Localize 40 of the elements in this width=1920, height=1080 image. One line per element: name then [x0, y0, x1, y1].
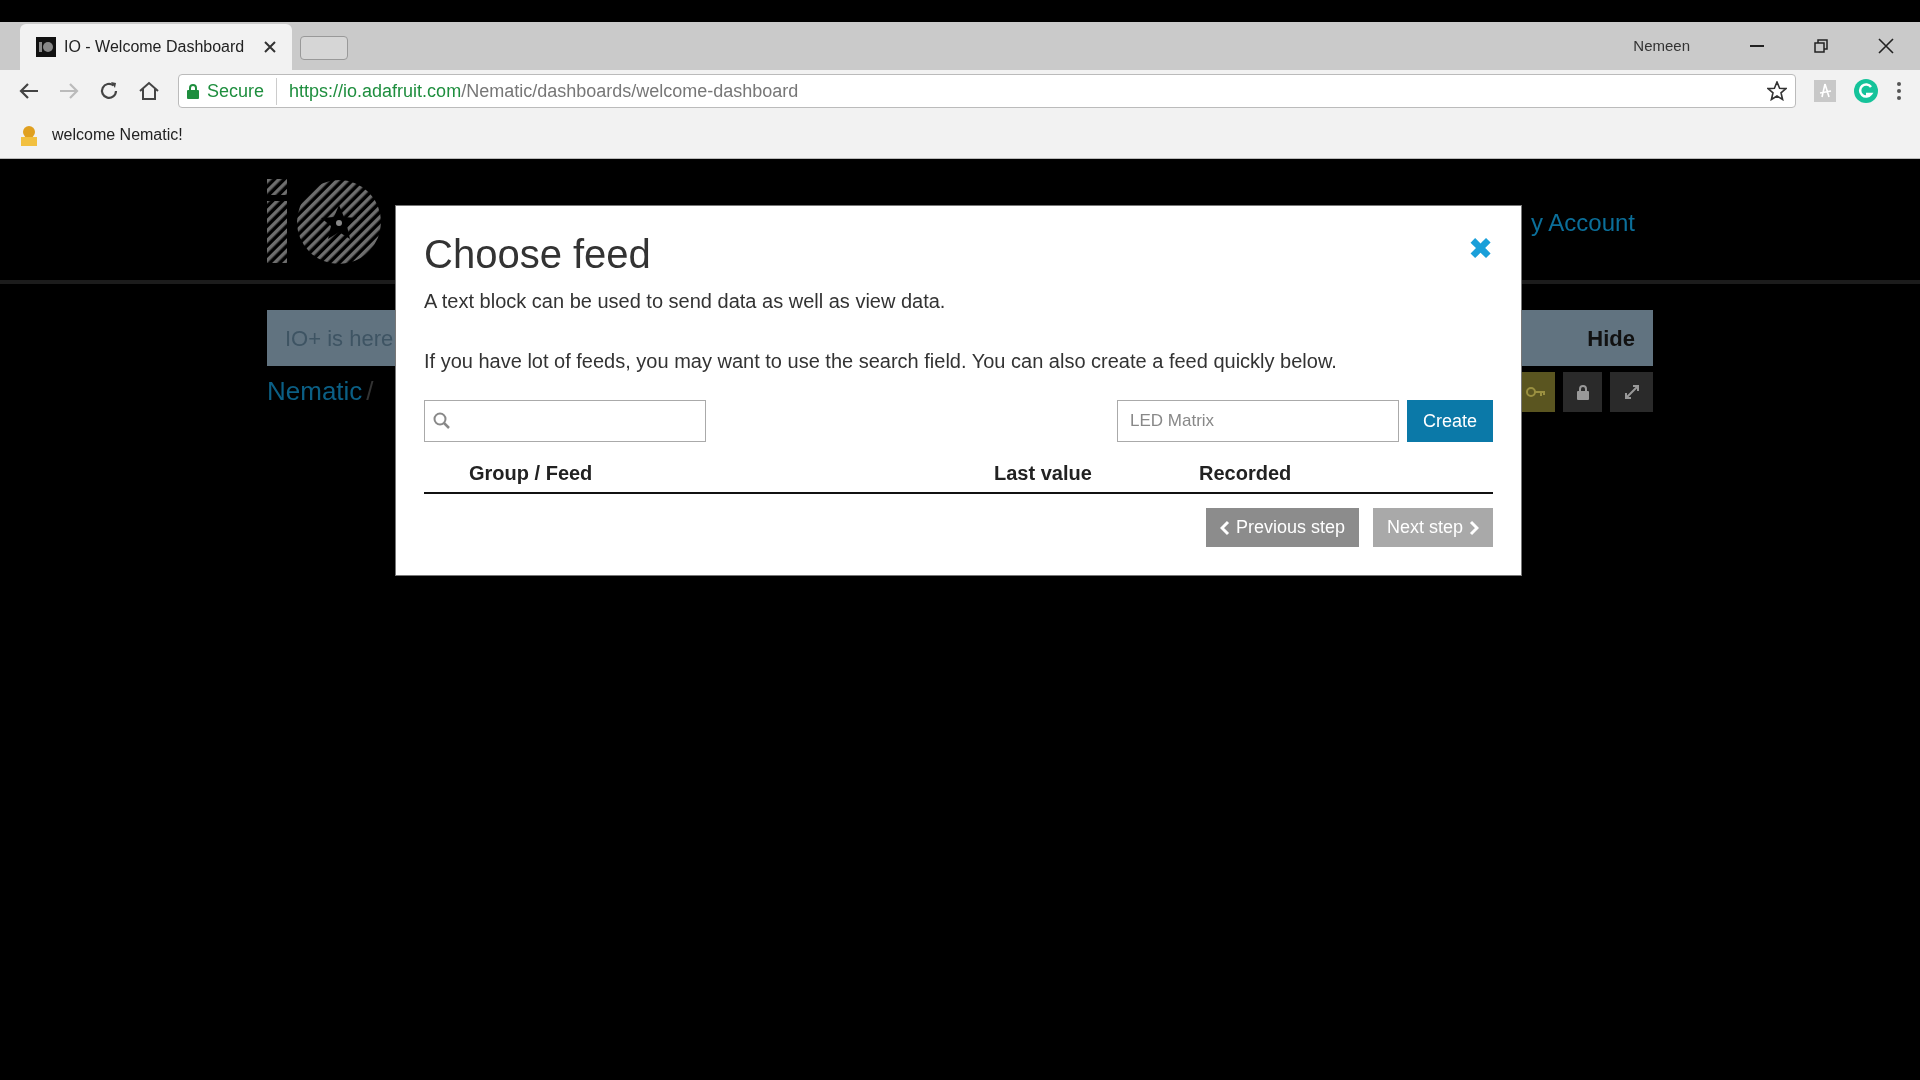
chevron-right-icon — [1469, 519, 1479, 536]
bookmark[interactable]: welcome Nematic! — [18, 123, 183, 147]
previous-step-button[interactable]: Previous step — [1205, 508, 1359, 547]
lock-icon — [187, 83, 199, 99]
restore-icon[interactable] — [1814, 39, 1828, 53]
profile-name[interactable]: Nemeen — [1633, 34, 1690, 58]
feed-name-field[interactable]: LED Matrix — [1117, 400, 1399, 442]
chevron-left-icon — [1219, 519, 1230, 536]
address-bar[interactable]: Secure https://io.adafruit.com/Nematic/dashboards/welcome-dashboard — [178, 74, 1796, 108]
lock-icon — [1576, 384, 1589, 400]
lock-button[interactable] — [1563, 372, 1602, 412]
search-field[interactable] — [424, 400, 706, 442]
reload-icon[interactable] — [98, 80, 120, 102]
secure-label: Secure — [207, 77, 278, 105]
browser-tab[interactable]: IO - Welcome Dashboard — [20, 24, 293, 70]
home-icon[interactable] — [138, 80, 160, 102]
tab-title: IO - Welcome Dashboard — [64, 37, 245, 57]
modal-paragraph: A text block can be used to send data as well as view data. — [424, 289, 947, 314]
expand-button[interactable] — [1610, 372, 1653, 412]
url-text: https://io.adafruit.com/Nematic/dashboards/welcome-dashboard — [288, 79, 799, 103]
account-link[interactable]: y Account — [1530, 205, 1635, 239]
column-header: Last value — [994, 461, 1093, 486]
tab-favicon-icon — [36, 37, 56, 57]
column-header: Recorded — [1199, 461, 1292, 486]
search-icon — [433, 412, 451, 430]
close-icon[interactable] — [264, 41, 277, 53]
breadcrumb-separator: / — [366, 375, 374, 408]
breadcrumb-link[interactable]: Nematic — [267, 372, 363, 411]
key-icon — [1526, 385, 1546, 399]
close-button[interactable]: ✖ — [1468, 234, 1493, 264]
hide-button[interactable]: Hide — [1587, 321, 1635, 355]
column-header: Group / Feed — [469, 461, 594, 486]
close-icon[interactable] — [1878, 38, 1894, 54]
create-button[interactable]: Create — [1407, 400, 1493, 442]
expand-icon — [1623, 384, 1640, 400]
menu-icon[interactable] — [1896, 81, 1902, 101]
star-icon[interactable] — [1767, 81, 1787, 101]
avatar-icon — [18, 124, 40, 146]
modal-title: Choose feed — [424, 231, 651, 278]
modal-paragraph: If you have lot of feeds, you may want to use the search field. You can also create a feed quickly below. — [424, 349, 1338, 374]
